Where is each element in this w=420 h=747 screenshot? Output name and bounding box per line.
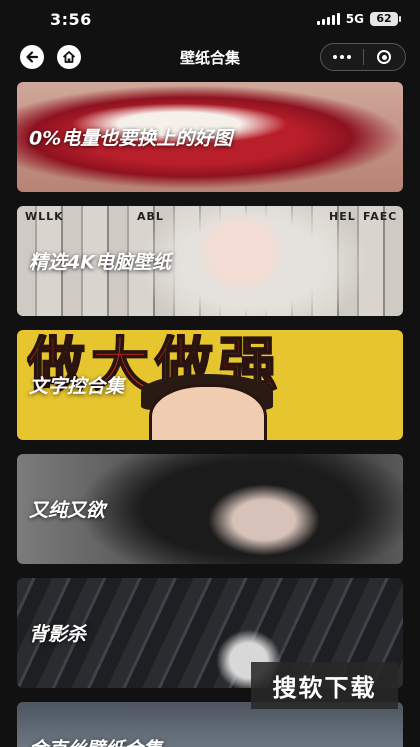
collection-card[interactable]: 做大做强 文字控合集 bbox=[17, 330, 403, 440]
collection-card[interactable]: WLLK ABL HEL FAEC 精选4K电脑壁纸 bbox=[17, 206, 403, 316]
nav-bar: 壁纸合集 bbox=[0, 40, 420, 74]
more-dots-icon bbox=[332, 55, 351, 59]
more-button[interactable] bbox=[321, 44, 363, 70]
network-type: 5G bbox=[345, 12, 364, 26]
cartoon-face bbox=[149, 384, 267, 440]
collection-title: 背影杀 bbox=[29, 623, 87, 646]
collection-card[interactable]: 0%电量也要换上的好图 bbox=[17, 82, 403, 192]
mini-program-capsule bbox=[320, 43, 406, 71]
paper-text: WLLK bbox=[25, 210, 64, 223]
battery-level: 62 bbox=[376, 12, 392, 25]
record-circle-icon bbox=[377, 50, 392, 64]
collection-title: 文字控合集 bbox=[29, 375, 125, 398]
close-button[interactable] bbox=[363, 44, 405, 70]
paper-text: FAEC bbox=[363, 210, 398, 223]
battery-icon: 62 bbox=[370, 12, 401, 26]
collection-title: 又纯又欲 bbox=[29, 499, 106, 522]
status-indicators: 5G 62 bbox=[316, 12, 401, 26]
signal-icon bbox=[316, 13, 340, 25]
watermark: 搜软下载 bbox=[251, 662, 398, 709]
status-time: 3:56 bbox=[50, 10, 92, 29]
collection-title: 金克丝壁纸合集 bbox=[29, 735, 162, 747]
collection-card[interactable]: 又纯又欲 bbox=[17, 454, 403, 564]
status-bar: 3:56 5G 62 bbox=[0, 0, 420, 40]
paper-text: HEL bbox=[329, 210, 356, 223]
wallpaper-collection-list: 0%电量也要换上的好图 WLLK ABL HEL FAEC 精选4K电脑壁纸 做… bbox=[17, 82, 403, 747]
collection-title: 0%电量也要换上的好图 bbox=[29, 127, 233, 150]
paper-text: ABL bbox=[137, 210, 164, 223]
collection-title: 精选4K电脑壁纸 bbox=[29, 251, 171, 274]
